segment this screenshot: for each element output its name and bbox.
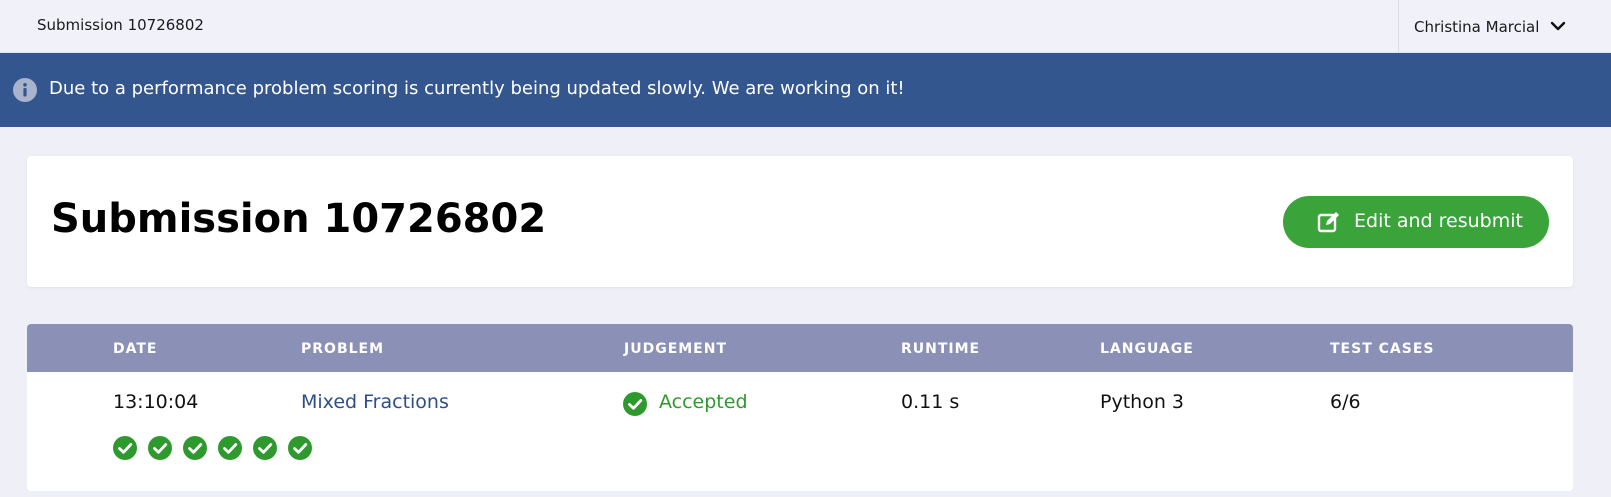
user-name[interactable]: Christina Marcial	[1414, 18, 1539, 36]
breadcrumb[interactable]: Submission 10726802	[37, 16, 204, 34]
column-header-language: LANGUAGE	[1100, 341, 1194, 357]
test-case-check-icon[interactable]	[253, 436, 277, 460]
test-case-check-icon[interactable]	[183, 436, 207, 460]
test-cases-cell: 6/6	[1330, 391, 1361, 413]
resubmit-label: Edit and resubmit	[1354, 210, 1523, 232]
info-icon	[13, 78, 37, 102]
column-header-test-cases: TEST CASES	[1330, 341, 1435, 357]
column-header-problem: PROBLEM	[301, 341, 385, 357]
runtime-cell: 0.11 s	[901, 391, 960, 413]
user-menu[interactable]: Christina Marcial	[1398, 0, 1611, 53]
edit-and-resubmit-button[interactable]: Edit and resubmit	[1283, 196, 1549, 248]
check-circle-icon	[623, 392, 647, 416]
page-title: Submission 10726802	[51, 196, 547, 242]
edit-icon	[1317, 212, 1339, 233]
announcement-banner: Due to a performance problem scoring is …	[0, 53, 1611, 127]
banner-message: Due to a performance problem scoring is …	[49, 78, 905, 99]
chevron-down-icon[interactable]	[1549, 17, 1567, 35]
submission-table: DATE PROBLEM JUDGEMENT RUNTIME LANGUAGE …	[27, 324, 1573, 491]
test-case-check-icon[interactable]	[113, 436, 137, 460]
date-cell: 13:10:04	[113, 391, 199, 413]
column-header-judgement: JUDGEMENT	[624, 341, 728, 357]
problem-link[interactable]: Mixed Fractions	[301, 391, 449, 413]
column-header-runtime: RUNTIME	[901, 341, 981, 357]
submission-header: Submission 10726802 Edit and resubmit	[27, 156, 1573, 287]
table-header: DATE PROBLEM JUDGEMENT RUNTIME LANGUAGE …	[27, 324, 1573, 372]
judgement-cell: Accepted	[659, 391, 748, 413]
column-header-date: DATE	[113, 341, 158, 357]
language-cell: Python 3	[1100, 391, 1184, 413]
test-case-check-icon[interactable]	[288, 436, 312, 460]
top-bar: Submission 10726802 Christina Marcial	[0, 0, 1611, 53]
test-case-check-icon[interactable]	[148, 436, 172, 460]
test-case-check-icon[interactable]	[218, 436, 242, 460]
